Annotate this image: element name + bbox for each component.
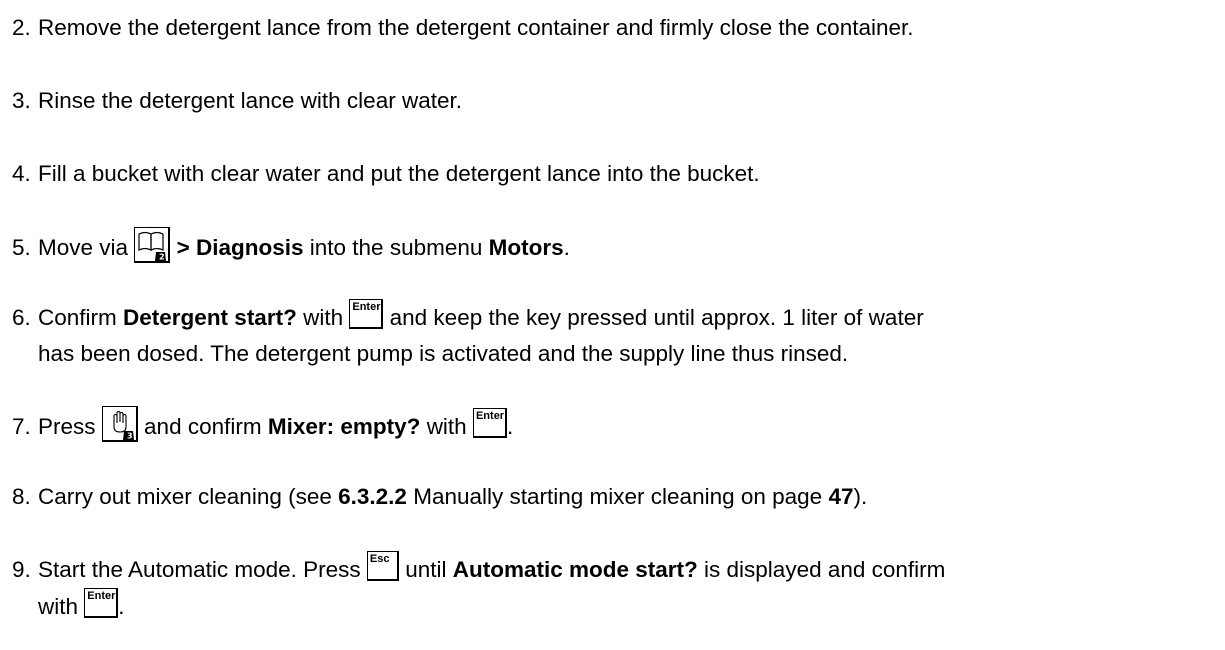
step-mid2: with — [426, 414, 467, 439]
step-end: ). — [853, 484, 868, 509]
step-9: 9. Start the Automatic mode. Press Esc un… — [12, 551, 1212, 625]
step-mid: until — [405, 557, 447, 582]
step-end: . — [563, 235, 570, 260]
step-line2: with — [38, 594, 79, 619]
step-8: 8. Carry out mixer cleaning (see 6.3.2.2 … — [12, 479, 1212, 515]
step-continuation: has been dosed. The detergent pump is ac… — [38, 341, 849, 366]
step-bold: 47 — [828, 484, 854, 509]
esc-key-icon: Esc — [366, 551, 399, 581]
step-number: 3. — [12, 88, 31, 113]
svg-text:2: 2 — [159, 253, 165, 262]
step-text: Fill a bucket with clear water and put t… — [38, 161, 760, 186]
step-number: 8. — [12, 484, 31, 509]
step-end: . — [118, 594, 125, 619]
step-text: Rinse the detergent lance with clear wat… — [38, 88, 462, 113]
step-6: 6. Confirm Detergent start? with Enter an… — [12, 299, 1212, 372]
step-after: and keep the key pressed until approx. 1… — [389, 305, 924, 330]
step-end: . — [506, 414, 514, 439]
step-5: 5. Move via 2 > Diagnosis into the submen… — [12, 227, 1212, 266]
step-after: is displayed and confirm — [704, 557, 946, 582]
step-pre: Confirm — [38, 305, 117, 330]
step-bold: 6.3.2.2 — [338, 484, 407, 509]
step-7: 7. Press 3 and confirm Mixer: empty? with… — [12, 406, 1212, 445]
step-bold: > Diagnosis — [176, 235, 304, 260]
svg-text:3: 3 — [127, 432, 133, 441]
step-pre: Move via — [38, 235, 129, 260]
step-mid: Manually starting mixer cleaning on page — [413, 484, 823, 509]
step-pre: Start the Automatic mode. Press — [38, 557, 361, 582]
step-bold: Automatic mode start? — [452, 557, 698, 582]
step-number: 7. — [12, 414, 31, 439]
step-bold: Detergent start? — [123, 305, 297, 330]
step-mid: into the submenu — [309, 235, 483, 260]
step-mid: and confirm — [144, 414, 262, 439]
step-4: 4. Fill a bucket with clear water and put… — [12, 156, 1212, 192]
enter-key-icon: Enter — [84, 588, 119, 618]
enter-key-icon: Enter — [472, 408, 507, 438]
step-2: 2. Remove the detergent lance from the de… — [12, 10, 1212, 46]
book-icon: 2 — [134, 227, 171, 263]
step-text: Remove the detergent lance from the dete… — [38, 15, 914, 40]
step-number: 2. — [12, 15, 31, 40]
step-number: 6. — [12, 305, 31, 330]
step-mid: with — [303, 305, 344, 330]
enter-key-icon: Enter — [349, 299, 384, 329]
step-pre: Carry out mixer cleaning (see — [38, 484, 332, 509]
step-number: 9. — [12, 557, 31, 582]
step-pre: Press — [38, 414, 96, 439]
step-number: 5. — [12, 235, 31, 260]
step-bold: Motors — [488, 235, 564, 260]
hand-icon: 3 — [101, 406, 138, 442]
step-bold: Mixer: empty? — [267, 414, 421, 439]
step-continuation: with Enter. — [12, 588, 1212, 625]
step-number: 4. — [12, 161, 31, 186]
step-3: 3. Rinse the detergent lance with clear w… — [12, 83, 1212, 119]
